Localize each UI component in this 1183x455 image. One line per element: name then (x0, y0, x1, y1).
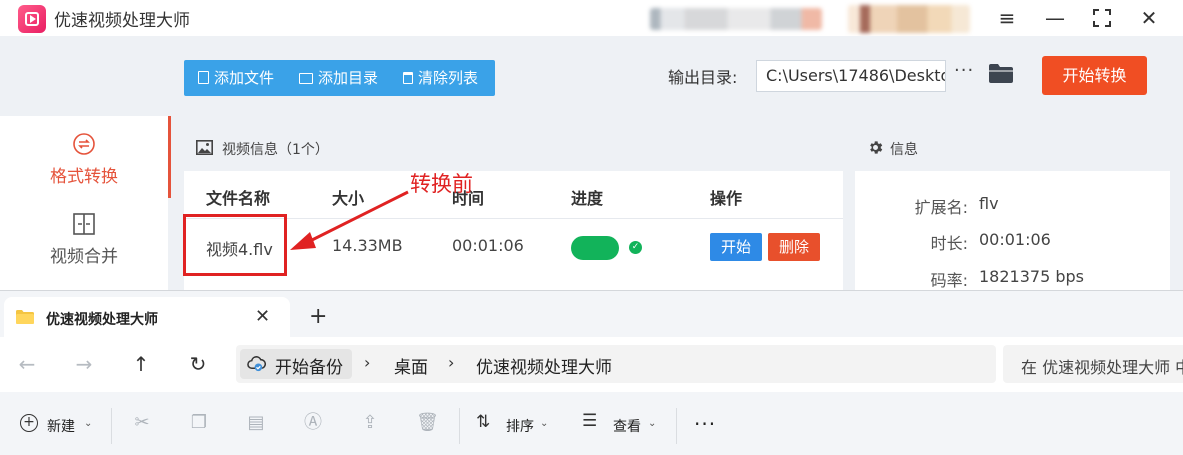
convert-icon (73, 133, 95, 155)
refresh-icon[interactable]: ↻ (185, 352, 211, 376)
command-separator (459, 408, 460, 444)
column-header-name: 文件名称 (206, 189, 271, 208)
file-icon (198, 71, 209, 84)
plus-circle-icon: + (20, 414, 38, 432)
sidebar-item-format-convert[interactable]: 格式转换 (0, 128, 168, 190)
cut-icon[interactable]: ✂ (131, 412, 153, 434)
sort-label: 排序 (506, 419, 534, 435)
app-title: 优速视频处理大师 (54, 11, 190, 31)
new-tab-icon[interactable]: + (309, 304, 327, 329)
chevron-down-icon: ⌄ (84, 418, 93, 429)
close-tab-icon[interactable]: ✕ (255, 306, 270, 327)
more-icon[interactable]: ··· (694, 412, 716, 436)
clear-list-button[interactable]: 清除列表 (403, 60, 478, 96)
folder-icon[interactable] (989, 64, 1013, 83)
list-view-icon: ☰ (582, 411, 598, 431)
more-options-button[interactable]: ··· (954, 60, 974, 81)
file-button-group: 添加文件 添加目录 清除列表 (184, 60, 495, 96)
chevron-right-icon: › (364, 353, 371, 372)
add-file-button[interactable]: 添加文件 (198, 60, 274, 96)
info-value-extension: flv (979, 194, 999, 213)
sort-icon: ⇅ (476, 412, 491, 432)
maximize-icon[interactable] (1088, 4, 1116, 32)
progress-bar (571, 236, 619, 260)
sidebar-item-video-merge[interactable]: 视频合并 (0, 208, 168, 270)
breadcrumb-item[interactable]: 开始备份 (275, 353, 343, 378)
merge-icon (73, 213, 95, 235)
close-icon[interactable]: ✕ (1135, 4, 1163, 32)
info-key-bitrate: 码率: (930, 271, 968, 290)
breadcrumb-item[interactable]: 桌面 (394, 353, 428, 378)
add-dir-button[interactable]: 添加目录 (299, 60, 378, 96)
cloud-backup-icon (247, 356, 266, 372)
view-button[interactable]: ☰ 查看 ⌄ (582, 410, 662, 440)
info-value-bitrate: 1821375 bps (979, 267, 1084, 286)
sidebar-item-label: 视频合并 (50, 247, 118, 267)
app-logo-icon (18, 5, 46, 33)
output-dir-label: 输出目录: (668, 68, 738, 87)
trash-icon (403, 72, 413, 84)
new-label: 新建 (47, 419, 75, 435)
tab-title: 优速视频处理大师 (46, 312, 158, 328)
column-header-action: 操作 (710, 189, 743, 208)
search-placeholder: 在 优速视频处理大师 中 (1021, 358, 1183, 377)
annotation-highlight-box (183, 214, 287, 276)
gear-icon (870, 141, 883, 154)
info-key-extension: 扩展名: (914, 198, 968, 217)
output-dir-input[interactable]: C:\Users\17486\Deskto (756, 60, 946, 92)
delete-button[interactable]: 删除 (768, 233, 820, 261)
forward-icon[interactable]: → (71, 352, 97, 376)
info-panel-title: 信息 (890, 142, 918, 158)
blurred-avatar (848, 5, 970, 33)
delete-icon[interactable]: 🗑 (416, 412, 439, 434)
start-convert-button[interactable]: 开始转换 (1042, 56, 1147, 95)
minimize-icon[interactable]: — (1041, 4, 1069, 32)
folder-outline-icon (299, 73, 313, 84)
info-key-duration: 时长: (930, 234, 968, 253)
menu-icon[interactable]: ≡ (993, 4, 1021, 32)
breadcrumb-item[interactable]: 优速视频处理大师 (476, 353, 612, 378)
command-separator (676, 408, 677, 444)
sidebar-item-label: 格式转换 (50, 167, 118, 187)
annotation-label: 转换前 (410, 172, 473, 196)
annotation-arrow-icon (290, 190, 409, 250)
column-header-progress: 进度 (571, 189, 604, 208)
video-panel-title: 视频信息（1个） (222, 142, 329, 158)
chevron-down-icon: ⌄ (648, 418, 657, 429)
sort-button[interactable]: ⇅ 排序 ⌄ (476, 410, 556, 440)
view-label: 查看 (613, 419, 641, 435)
copy-icon[interactable]: ❐ (188, 412, 210, 434)
info-value-duration: 00:01:06 (979, 230, 1051, 249)
share-icon[interactable]: ⇪ (359, 412, 381, 434)
up-icon[interactable]: ↑ (128, 352, 154, 376)
chevron-down-icon: ⌄ (540, 418, 549, 429)
chevron-right-icon: › (448, 353, 455, 372)
paste-icon[interactable]: ▤ (245, 412, 267, 434)
folder-icon (16, 310, 34, 324)
back-icon[interactable]: ← (14, 352, 40, 376)
sidebar-active-indicator (168, 116, 171, 198)
check-icon: ✓ (629, 241, 642, 254)
new-button[interactable]: + 新建 ⌄ (18, 410, 102, 440)
image-icon (196, 140, 213, 155)
command-separator (111, 408, 112, 444)
file-duration-cell: 00:01:06 (452, 236, 524, 255)
rename-icon[interactable]: Ⓐ (302, 412, 324, 434)
start-button[interactable]: 开始 (710, 233, 762, 261)
blurred-account-info (650, 8, 822, 30)
